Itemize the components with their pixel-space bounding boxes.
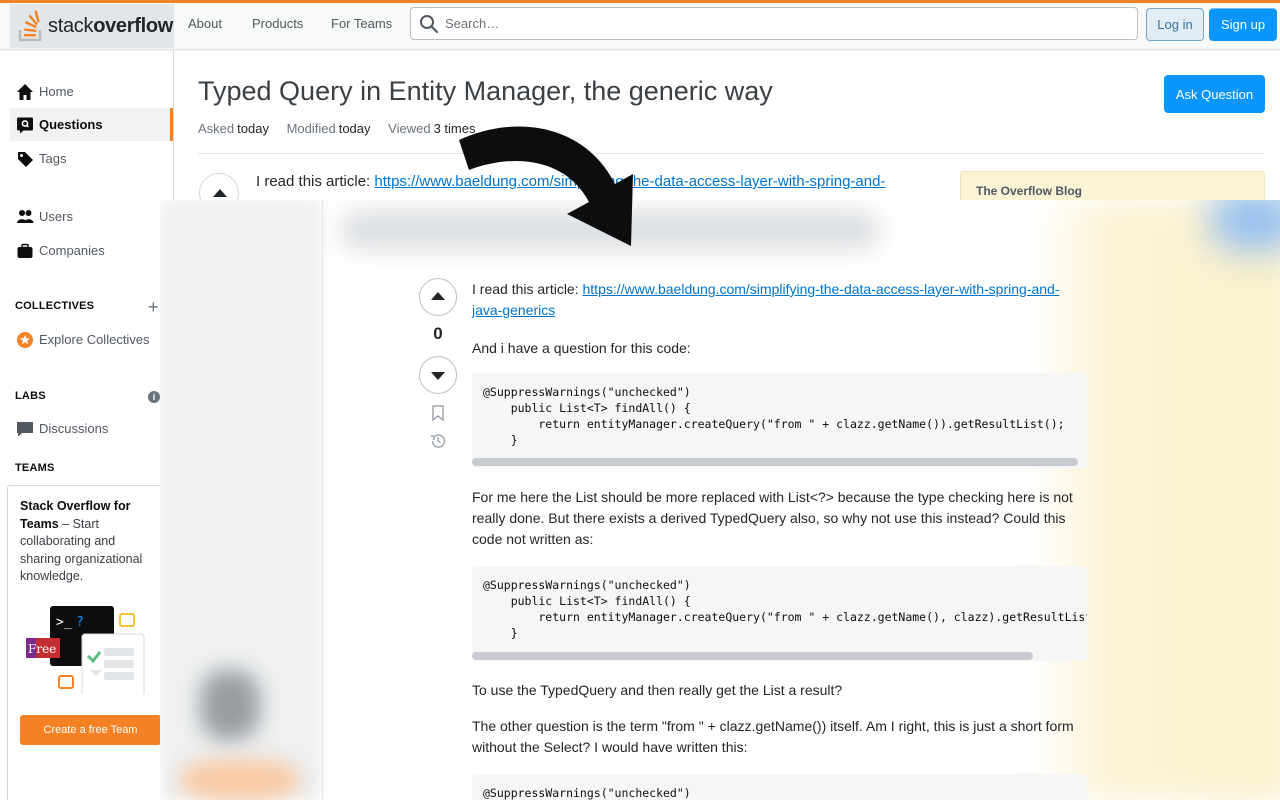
modified-value: today	[338, 121, 371, 136]
downvote-button[interactable]	[419, 356, 457, 394]
nav-for-teams[interactable]: For Teams	[331, 16, 392, 31]
bookmark-icon[interactable]	[429, 404, 447, 422]
sidebar-item-users[interactable]: Users	[10, 200, 173, 233]
collectives-icon	[17, 331, 33, 348]
stack-logo-icon	[18, 10, 42, 42]
blog-title: The Overflow Blog	[976, 184, 1083, 198]
top-bar: stackoverflow About Products For Teams L…	[0, 0, 1280, 50]
svg-text:?: ?	[76, 615, 84, 630]
question-paragraph-4: To use the TypedQuery and then really ge…	[472, 682, 843, 698]
labs-heading: LABS	[15, 390, 46, 402]
svg-text:>_: >_	[56, 615, 72, 630]
collectives-heading: COLLECTIVES	[15, 300, 95, 312]
vote-count: 0	[433, 324, 443, 343]
code-text: @SuppressWarnings("unchecked")	[483, 786, 691, 800]
article-link-line2[interactable]: java-generics	[472, 302, 555, 318]
teams-heading: TEAMS	[15, 462, 55, 474]
zoomed-overlay: 0 I read this article: https://www.baeld…	[160, 200, 1280, 800]
free-badge: Free	[28, 642, 57, 656]
search-input[interactable]	[445, 16, 1125, 31]
create-team-button[interactable]: Create a free Team	[20, 715, 161, 745]
login-button[interactable]: Log in	[1146, 8, 1204, 41]
sidebar-item-label: Discussions	[39, 421, 109, 436]
sidebar-item-label: Tags	[39, 151, 67, 166]
body-intro: I read this article:	[256, 173, 375, 190]
sidebar-item-home[interactable]: Home	[10, 75, 173, 108]
tag-icon	[18, 151, 33, 167]
sidebar-item-companies[interactable]: Companies	[10, 234, 173, 267]
code-block-3: @SuppressWarnings("unchecked")	[472, 774, 1087, 800]
question-paragraph-2: And i have a question for this code:	[472, 340, 691, 356]
sidebar-item-label: Companies	[39, 243, 105, 258]
history-icon[interactable]	[429, 432, 447, 450]
code-scrollbar[interactable]	[472, 458, 1078, 466]
site-logo[interactable]: stackoverflow	[10, 4, 174, 48]
asked-label: Asked	[198, 121, 235, 136]
ask-question-button[interactable]: Ask Question	[1164, 75, 1265, 113]
overlay-divider	[322, 200, 323, 800]
question-paragraph-3: For me here the List should be more repl…	[472, 489, 1073, 547]
sidebar-item-discussions[interactable]: Discussions	[10, 412, 173, 445]
code-text: @SuppressWarnings("unchecked") public Li…	[483, 578, 1087, 641]
divider	[198, 153, 1265, 154]
question-paragraph-5: The other question is the term "from " +…	[472, 718, 1074, 755]
info-icon[interactable]: i	[148, 391, 160, 403]
curved-arrow-icon	[459, 126, 633, 246]
home-icon	[17, 83, 33, 100]
code-block-1: @SuppressWarnings("unchecked") public Li…	[472, 373, 1087, 468]
logo-text: stackoverflow	[48, 14, 174, 37]
search-icon	[420, 14, 439, 33]
sidebar-item-label: Explore Collectives	[39, 332, 150, 347]
sidebar-item-questions[interactable]: Questions	[10, 108, 173, 141]
questions-icon	[17, 117, 33, 133]
sidebar-item-label: Questions	[39, 117, 103, 132]
viewed-label: Viewed	[388, 121, 431, 136]
code-block-2: @SuppressWarnings("unchecked") public Li…	[472, 566, 1087, 661]
search-box[interactable]	[410, 7, 1138, 40]
asked-value: today	[237, 121, 269, 136]
teams-promo-card: Stack Overflow for Teams – Start collabo…	[7, 485, 167, 800]
page-title: Typed Query in Entity Manager, the gener…	[198, 76, 773, 106]
signup-button[interactable]: Sign up	[1209, 8, 1277, 41]
upvote-button[interactable]	[419, 278, 457, 316]
code-scrollbar[interactable]	[472, 652, 1033, 660]
plus-icon[interactable]: +	[148, 298, 159, 316]
blurred-blob	[200, 670, 260, 740]
teams-promo-text: Stack Overflow for Teams – Start collabo…	[20, 498, 154, 586]
left-sidebar: Home Questions Tags Users Companies COLL…	[0, 50, 174, 800]
blurred-accent	[1210, 200, 1280, 250]
sidebar-item-label: Home	[39, 84, 74, 99]
modified-label: Modified	[286, 121, 336, 136]
nav-products[interactable]: Products	[252, 16, 303, 31]
users-icon	[17, 209, 34, 223]
sidebar-item-tags[interactable]: Tags	[10, 142, 173, 175]
nav-about[interactable]: About	[188, 16, 222, 31]
blurred-blob	[180, 760, 300, 800]
question-meta: Asked today Modified today Viewed 3 times	[198, 121, 489, 136]
briefcase-icon	[17, 243, 33, 258]
code-text: @SuppressWarnings("unchecked") public Li…	[483, 385, 1065, 448]
sidebar-item-label: Users	[39, 209, 73, 224]
sidebar-item-explore-collectives[interactable]: Explore Collectives	[10, 323, 173, 356]
discussions-icon	[17, 421, 33, 436]
